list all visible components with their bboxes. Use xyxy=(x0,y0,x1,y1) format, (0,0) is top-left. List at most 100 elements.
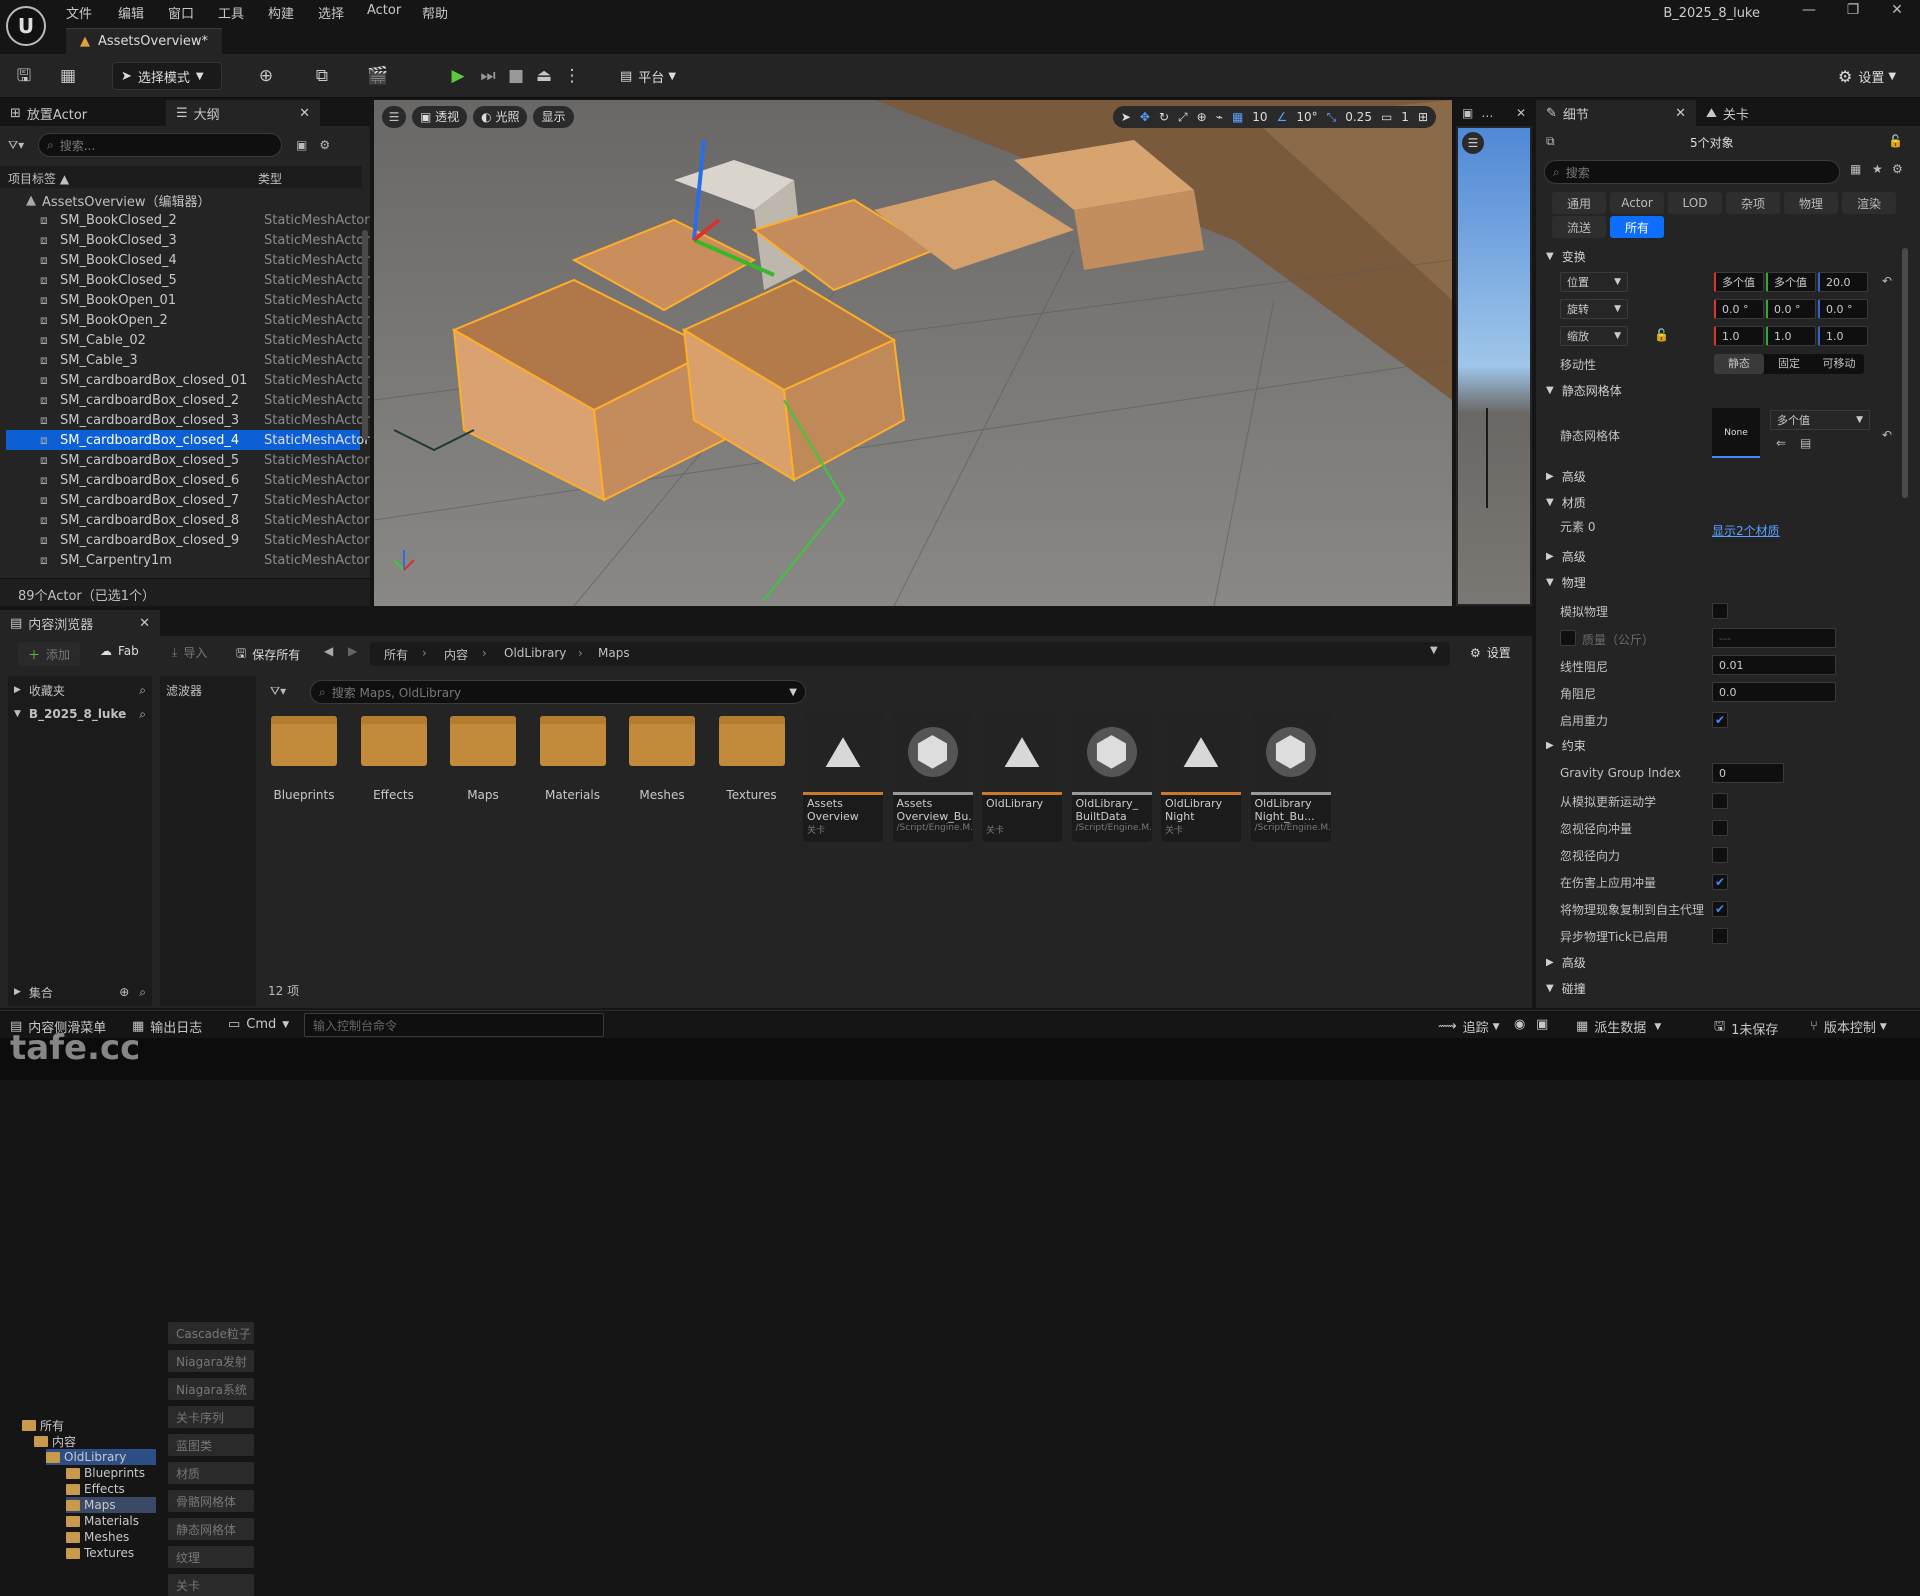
asset-tile[interactable]: ⛰ OldLibrary Night 关卡 xyxy=(1161,712,1241,842)
outliner-row[interactable]: ⧈ SM_cardboardBox_closed_01 StaticMeshActo… xyxy=(6,370,370,390)
section-advanced-1[interactable]: ▶ 高级 xyxy=(1540,464,1900,488)
outliner-root[interactable]: ▲ AssetsOverview（编辑器） xyxy=(26,190,211,210)
outliner-row[interactable]: ⧈ SM_BookClosed_2 StaticMeshActor xyxy=(6,210,370,230)
async-tick-checkbox[interactable] xyxy=(1712,928,1728,944)
search-icon[interactable]: ⌕ xyxy=(139,985,146,1000)
menu-file[interactable]: 文件 xyxy=(66,3,92,22)
import-button[interactable]: ⤓ 导入 xyxy=(172,644,207,661)
minimize-icon[interactable]: — xyxy=(1794,2,1824,24)
section-constraints[interactable]: ▶ 约束 xyxy=(1540,733,1900,757)
browse-icon[interactable]: ▤ xyxy=(1800,436,1811,450)
rotation-snap-icon[interactable]: ∠ xyxy=(1277,110,1288,124)
tree-item[interactable]: Meshes xyxy=(66,1529,129,1545)
section-static-mesh[interactable]: ▼ 静态网格体 xyxy=(1540,378,1900,402)
outliner-row[interactable]: ⧈ SM_cardboardBox_closed_5 StaticMeshActor xyxy=(6,450,370,470)
asset-tile[interactable]: ⬢ Assets Overview_Bu.../Script/Engine.M..… xyxy=(892,712,973,842)
output-log-button[interactable]: ▦ 输出日志 xyxy=(132,1017,202,1036)
camera-icon[interactable]: ▣ xyxy=(1536,1017,1548,1032)
reset-icon[interactable]: ↶ xyxy=(1882,428,1892,442)
filter-chip[interactable]: 通用 xyxy=(1552,192,1606,214)
mobility-static[interactable]: 静态 xyxy=(1714,354,1764,374)
add-actor-icon[interactable]: ⊕ xyxy=(254,64,278,88)
scale-z-field[interactable]: 1.0 xyxy=(1818,326,1868,346)
filter-item[interactable]: Niagara发射 xyxy=(168,1350,254,1372)
outliner-row[interactable]: ⧈ SM_BookClosed_5 StaticMeshActor xyxy=(6,270,370,290)
outliner-row[interactable]: ⧈ SM_cardboardBox_closed_2 StaticMeshActor xyxy=(6,390,370,410)
hamburger-icon[interactable]: ☰ xyxy=(382,106,406,128)
tree-item[interactable]: Effects xyxy=(66,1481,125,1497)
apply-impulse-checkbox[interactable]: ✔ xyxy=(1712,874,1728,890)
content-settings-button[interactable]: ⚙ 设置 xyxy=(1470,644,1511,661)
outliner-row[interactable]: ⧈ SM_cardboardBox_closed_6 StaticMeshActor xyxy=(6,470,370,490)
step-icon[interactable]: ⏭ xyxy=(476,64,500,88)
add-folder-icon[interactable]: ▣ xyxy=(296,138,307,152)
surface-snap-icon[interactable]: ⌁ xyxy=(1216,110,1223,124)
tab-level[interactable]: ⛰ 关卡 xyxy=(1696,100,1816,126)
ignore-radial-impulse-checkbox[interactable] xyxy=(1712,820,1728,836)
asset-tile[interactable]: ⛰ Assets Overview 关卡 xyxy=(803,712,883,842)
folder-tile[interactable]: Meshes xyxy=(626,716,698,802)
rotation-mode-dropdown[interactable]: 旋转 ▼ xyxy=(1560,299,1628,319)
viewport-icon[interactable]: ▣ xyxy=(1462,106,1473,120)
menu-help[interactable]: 帮助 xyxy=(422,3,448,22)
menu-window[interactable]: 窗口 xyxy=(168,3,194,22)
scale-snap-icon[interactable]: ⤡ xyxy=(1327,110,1337,125)
console-input[interactable]: 输入控制台命令 xyxy=(304,1013,604,1037)
folder-tile[interactable]: Materials xyxy=(537,716,609,802)
grid-snap-icon[interactable]: ▦ xyxy=(1232,110,1243,124)
unsaved-button[interactable]: 🖫 1未保存 xyxy=(1714,1017,1778,1039)
outliner-row[interactable]: ⧈ SM_Cable_02 StaticMeshActor xyxy=(6,330,370,350)
unreal-logo[interactable]: U xyxy=(6,6,46,46)
record-icon[interactable]: ◉ xyxy=(1514,1017,1525,1032)
trace-dropdown[interactable]: ⟿ 追踪 ▼ xyxy=(1438,1017,1500,1036)
scale-x-field[interactable]: 1.0 xyxy=(1714,326,1764,346)
crumb-all[interactable]: 所有 xyxy=(384,646,408,663)
cinematics-icon[interactable]: 🎬 xyxy=(366,64,390,88)
filter-icon[interactable]: ⛛▾ xyxy=(270,684,286,699)
col-type[interactable]: 类型 xyxy=(258,170,282,187)
ignore-radial-force-checkbox[interactable] xyxy=(1712,847,1728,863)
outliner-row[interactable]: ⧈ SM_cardboardBox_closed_4 StaticMeshActor xyxy=(6,430,370,450)
asset-tile[interactable]: ⬢ OldLibrary Night_Bu.../Script/Engine.M.… xyxy=(1250,712,1331,842)
perspective-button[interactable]: ▣ 透视 xyxy=(412,106,468,128)
tree-item[interactable]: 内容 xyxy=(34,1433,76,1449)
cmd-dropdown[interactable]: ▭ Cmd ▼ xyxy=(228,1017,289,1032)
tree-item[interactable]: Blueprints xyxy=(66,1465,145,1481)
stop-icon[interactable]: ■ xyxy=(504,64,528,88)
platform-dropdown[interactable]: ▤ 平台 ▼ xyxy=(612,62,684,90)
linear-damping-field[interactable]: 0.01 xyxy=(1712,655,1836,675)
outliner-scrollbar[interactable] xyxy=(362,230,368,440)
mass-override-checkbox[interactable] xyxy=(1560,630,1576,646)
mobility-movable[interactable]: 可移动 xyxy=(1814,354,1864,374)
menu-actor[interactable]: Actor xyxy=(367,3,401,18)
tree-item[interactable]: 所有 xyxy=(22,1417,64,1433)
more-icon[interactable]: ⋮ xyxy=(560,64,584,88)
menu-edit[interactable]: 编辑 xyxy=(118,3,144,22)
crumb-maps[interactable]: Maps xyxy=(598,646,630,660)
project-header[interactable]: ▼ B_2025_8_luke ⌕ xyxy=(14,704,146,724)
crumb-content[interactable]: 内容 xyxy=(444,646,468,663)
location-y-field[interactable]: 多个值 xyxy=(1766,272,1816,292)
add-button[interactable]: ＋添加 xyxy=(18,642,81,666)
simulate-physics-checkbox[interactable] xyxy=(1712,603,1728,619)
tree-item[interactable]: Textures xyxy=(66,1545,134,1561)
outliner-row[interactable]: ⧈ SM_cardboardBox_closed_3 StaticMeshActor xyxy=(6,410,370,430)
asset-tile[interactable]: ⛰ OldLibrary 关卡 xyxy=(982,712,1062,842)
rotation-x-field[interactable]: 0.0 ° xyxy=(1714,299,1764,319)
location-z-field[interactable]: 20.0 xyxy=(1818,272,1868,292)
outliner-row[interactable]: ⧈ SM_Cable_3 StaticMeshActor xyxy=(6,350,370,370)
filter-item[interactable]: 静态网格体 xyxy=(168,1518,254,1540)
filter-icon[interactable]: ⛛▾ xyxy=(8,138,38,153)
filter-item[interactable]: 蓝图类 xyxy=(168,1434,254,1456)
mobility-stationary[interactable]: 固定 xyxy=(1764,354,1814,374)
mesh-thumbnail[interactable]: None xyxy=(1712,408,1760,458)
filter-item[interactable]: 关卡 xyxy=(168,1574,254,1596)
section-physics[interactable]: ▼ 物理 xyxy=(1540,570,1900,594)
replicate-physics-checkbox[interactable]: ✔ xyxy=(1712,901,1728,917)
settings-dropdown[interactable]: ⚙ 设置 ▼ xyxy=(1830,62,1904,90)
use-selected-icon[interactable]: ⇐ xyxy=(1776,436,1786,450)
enable-gravity-checkbox[interactable]: ✔ xyxy=(1712,712,1728,728)
world-icon[interactable]: ⊕ xyxy=(1197,110,1207,124)
section-collision[interactable]: ▼ 碰撞 xyxy=(1540,976,1900,1000)
gear-icon[interactable]: ⚙ xyxy=(1892,162,1903,176)
